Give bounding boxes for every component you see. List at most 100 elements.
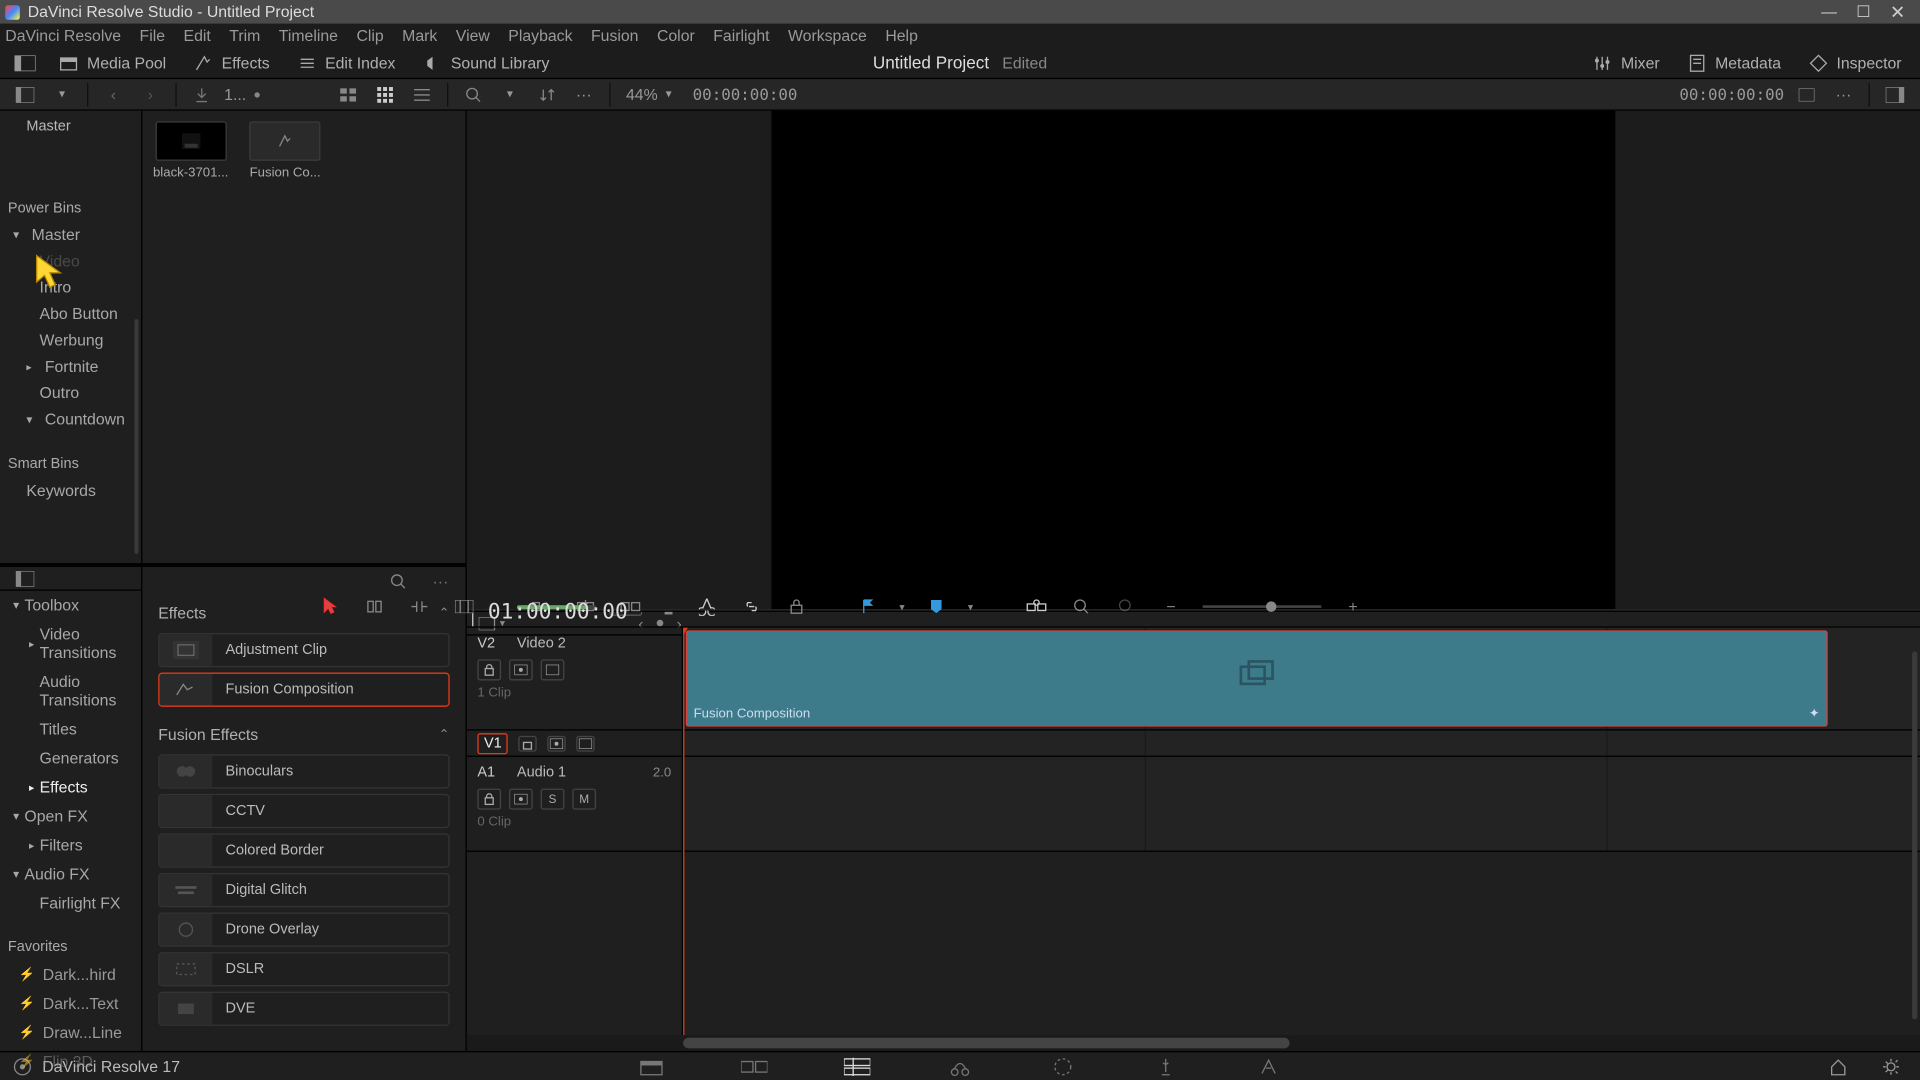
list-view-icon[interactable] <box>407 81 436 107</box>
menu-help[interactable]: Help <box>885 26 918 44</box>
effects-button[interactable]: Effects <box>185 49 278 75</box>
fav-item[interactable]: ⚡Draw...Line <box>0 1018 141 1047</box>
menu-trim[interactable]: Trim <box>229 26 260 44</box>
mute-icon[interactable]: M <box>572 789 596 810</box>
fav-item[interactable]: ⚡Dark...Text <box>0 989 141 1018</box>
fxtree-toolbox[interactable]: ▾Toolbox <box>0 591 141 620</box>
bin-item-intro[interactable]: Intro <box>0 274 141 300</box>
settings-icon[interactable] <box>1875 1054 1907 1078</box>
viewer-timecode[interactable]: 00:00:00:00 <box>693 85 798 103</box>
fx-fusion-composition[interactable]: Fusion Composition <box>158 673 449 707</box>
search-icon[interactable] <box>458 81 487 107</box>
auto-select-icon[interactable] <box>548 735 566 751</box>
fx-colored-border[interactable]: Colored Border <box>158 833 449 867</box>
auto-select-icon[interactable] <box>509 659 533 680</box>
zoom-chevron-icon[interactable]: ▾ <box>666 87 672 102</box>
dynamic-trim-icon[interactable] <box>406 593 432 619</box>
bin-item-fortnite[interactable]: ▸Fortnite <box>0 353 141 379</box>
more-icon[interactable]: ··· <box>426 568 455 594</box>
lane-v2[interactable]: Fusion Composition ✦ <box>683 628 1920 731</box>
fxtree-audiofx[interactable]: ▾Audio FX <box>0 860 141 889</box>
smartbin-keywords[interactable]: Keywords <box>0 477 141 503</box>
lock-icon[interactable] <box>477 789 501 810</box>
bin-item-countdown[interactable]: ▾Countdown <box>0 406 141 432</box>
page-cut-icon[interactable] <box>738 1054 770 1078</box>
menu-davinci[interactable]: DaVinci Resolve <box>5 26 121 44</box>
menu-fusion[interactable]: Fusion <box>591 26 639 44</box>
fx-digital-glitch[interactable]: Digital Glitch <box>158 873 449 907</box>
bin-dropdown[interactable]: 1... <box>224 85 246 103</box>
bin-item-outro[interactable]: Outro <box>0 380 141 406</box>
page-color-icon[interactable] <box>1047 1054 1079 1078</box>
track-id[interactable]: V2 <box>477 636 506 652</box>
page-fairlight-icon[interactable] <box>1150 1054 1182 1078</box>
lock-icon[interactable] <box>477 659 501 680</box>
track-head-v1[interactable]: V1 <box>467 731 682 757</box>
fav-item[interactable]: ⚡Flip 3D <box>0 1047 141 1076</box>
fxtree-atrans[interactable]: Audio Transitions <box>0 667 141 714</box>
menu-edit[interactable]: Edit <box>184 26 211 44</box>
menu-fairlight[interactable]: Fairlight <box>713 26 769 44</box>
fxtree-gen[interactable]: Generators <box>0 744 141 773</box>
thumb-view-icon[interactable] <box>333 81 362 107</box>
enlarge-icon[interactable] <box>1792 81 1821 107</box>
chevron-right-icon[interactable]: ▸ <box>29 638 34 650</box>
fx-adjustment-clip[interactable]: Adjustment Clip <box>158 633 449 667</box>
disable-icon[interactable] <box>577 735 595 751</box>
disable-icon[interactable] <box>541 659 565 680</box>
powerbin-master[interactable]: ▾Master <box>0 222 141 248</box>
fx-drone-overlay[interactable]: Drone Overlay <box>158 913 449 947</box>
menu-clip[interactable]: Clip <box>356 26 383 44</box>
nav-fwd-icon[interactable]: › <box>136 81 165 107</box>
more-right-icon[interactable]: ··· <box>1829 81 1858 107</box>
page-deliver-icon[interactable] <box>1253 1054 1285 1078</box>
fxtree-openfx[interactable]: ▾Open FX <box>0 802 141 831</box>
viewer-canvas[interactable] <box>467 111 1920 609</box>
menu-playback[interactable]: Playback <box>508 26 572 44</box>
menu-mark[interactable]: Mark <box>402 26 437 44</box>
fx-cctv[interactable]: CCTV <box>158 794 449 828</box>
trim-tool-icon[interactable] <box>361 593 387 619</box>
fxtree-fairlight[interactable]: Fairlight FX <box>0 889 141 918</box>
chevron-down-icon[interactable]: ▾ <box>13 598 19 613</box>
nav-back-icon[interactable]: ‹ <box>99 81 128 107</box>
filter-dropdown-icon[interactable]: ▾ <box>495 81 524 107</box>
track-id[interactable]: A1 <box>477 765 506 781</box>
clip-black[interactable]: black-3701... <box>153 121 229 180</box>
fxgroup-fusion[interactable]: Fusion Effects⌃ <box>158 717 449 754</box>
scrollbar[interactable] <box>135 319 139 554</box>
home-icon[interactable] <box>1822 1054 1854 1078</box>
menu-file[interactable]: File <box>140 26 166 44</box>
chevron-down-icon[interactable]: ▾ <box>13 227 26 242</box>
fxtree-effects[interactable]: ▸Effects <box>0 773 141 802</box>
clip-fusion-composition[interactable]: Fusion Composition ✦ <box>686 630 1828 726</box>
fxtree-titles[interactable]: Titles <box>0 715 141 744</box>
selection-tool-icon[interactable] <box>316 593 342 619</box>
inspector-button[interactable]: Inspector <box>1800 49 1910 75</box>
sidebar-toggle-icon[interactable] <box>11 565 40 591</box>
menu-workspace[interactable]: Workspace <box>788 26 867 44</box>
soundlib-button[interactable]: Sound Library <box>414 49 557 75</box>
fav-item[interactable]: ⚡Dark...hird <box>0 960 141 989</box>
track-head-a1[interactable]: A1Audio 12.0 S M 0 Clip <box>467 757 682 852</box>
lane-v1[interactable] <box>683 731 1920 757</box>
menu-color[interactable]: Color <box>657 26 695 44</box>
fxtree-vtrans[interactable]: ▸Video Transitions <box>0 620 141 667</box>
bin-item-abo[interactable]: Abo Button <box>0 301 141 327</box>
mixer-button[interactable]: Mixer <box>1584 49 1668 75</box>
bin-item-werbung[interactable]: Werbung <box>0 327 141 353</box>
timeline-timecode[interactable]: 01:00:00:00 <box>488 599 628 624</box>
search-icon[interactable] <box>384 568 413 594</box>
track-id[interactable]: V1 <box>477 733 508 754</box>
playhead[interactable] <box>683 628 684 1035</box>
lane-a1[interactable] <box>683 757 1920 852</box>
right-panel-icon[interactable] <box>1880 81 1909 107</box>
grid-view-icon[interactable] <box>370 81 399 107</box>
scroll-thumb[interactable] <box>683 1038 1290 1049</box>
chevron-down-icon[interactable]: ▾ <box>13 809 19 824</box>
page-fusion-icon[interactable] <box>944 1054 976 1078</box>
fx-dve[interactable]: DVE <box>158 992 449 1026</box>
editindex-button[interactable]: Edit Index <box>288 49 403 75</box>
more-icon[interactable]: ··· <box>569 81 598 107</box>
metadata-button[interactable]: Metadata <box>1678 49 1789 75</box>
